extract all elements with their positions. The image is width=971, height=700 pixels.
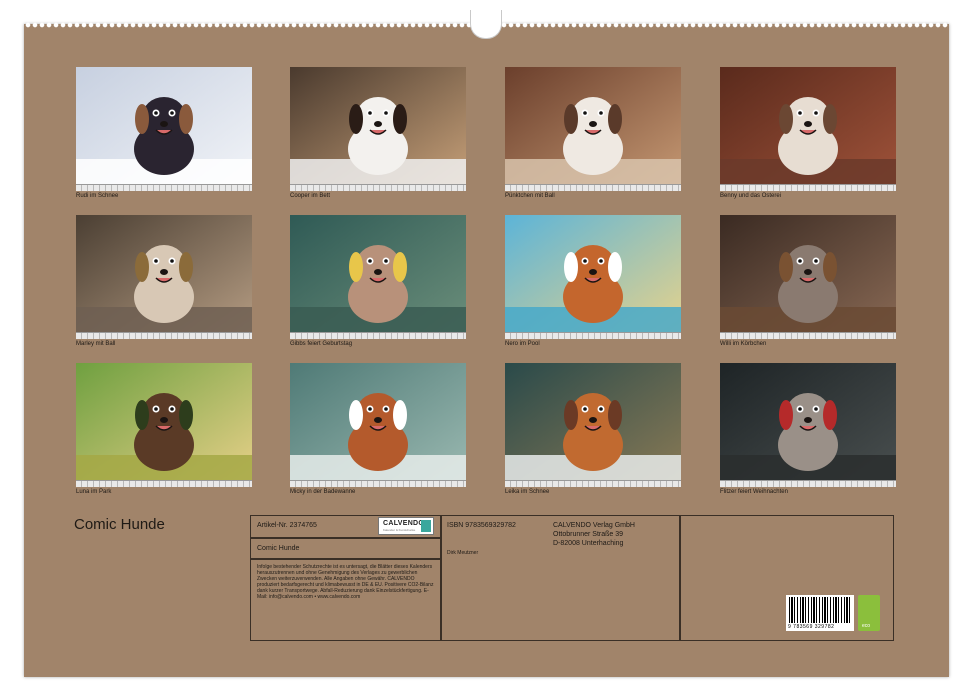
photo-caption: Cooper im Bett	[290, 193, 331, 199]
dog-illustration	[505, 363, 681, 487]
photo-caption: Gibbs feiert Geburtstag	[290, 341, 353, 347]
photo-caption: Benny und das Osterei	[720, 193, 782, 199]
info-title: Comic Hunde	[257, 545, 300, 552]
dog-illustration	[290, 363, 466, 487]
date-strip	[720, 184, 896, 191]
isbn-barcode: 9 783569 329782	[786, 595, 854, 631]
info-divider	[251, 558, 440, 560]
calendar-photo	[720, 363, 896, 487]
article-number: Artikel-Nr. 2374765	[257, 522, 317, 529]
photo-caption: Pünktchen mit Ball	[505, 193, 555, 199]
info-divider	[251, 537, 440, 539]
calendar-photo	[76, 363, 252, 487]
dog-illustration	[720, 215, 896, 339]
barcode-number: 9 783569 329782	[788, 624, 835, 630]
calendar-photo	[290, 215, 466, 339]
publisher-city: D-82008 Unterhaching	[553, 540, 624, 547]
calvendo-logo: CALVENDO Kalender & Kunstdrucke	[378, 517, 434, 535]
author: Dirk Meutzner	[447, 550, 479, 556]
barcode-bars	[789, 597, 851, 623]
calendar-photo	[505, 363, 681, 487]
dog-illustration	[76, 67, 252, 191]
eco-label: eco	[862, 623, 871, 629]
date-strip	[290, 332, 466, 339]
calendar-photo	[76, 215, 252, 339]
legal-notice: Infolge bestehender Schutzrechte ist es …	[257, 564, 434, 600]
dog-illustration	[505, 67, 681, 191]
date-strip	[76, 332, 252, 339]
calendar-photo	[290, 67, 466, 191]
photo-caption: Marley mit Ball	[76, 341, 116, 347]
dog-illustration	[290, 67, 466, 191]
date-strip	[76, 184, 252, 191]
publisher-name: CALVENDO Verlag GmbH	[553, 522, 635, 529]
dog-illustration	[76, 215, 252, 339]
calendar-photo	[505, 215, 681, 339]
calendar-back-page: Rudi im Schnee Cooper im Bett Pünktchen mi…	[24, 10, 949, 677]
publisher-street: Ottobrunner Straße 39	[553, 531, 624, 538]
date-strip	[290, 480, 466, 487]
date-strip	[720, 332, 896, 339]
info-divider	[440, 516, 442, 640]
photo-caption: Willi im Körbchen	[720, 341, 767, 347]
calendar-photo	[720, 67, 896, 191]
calendar-hanger	[470, 10, 502, 39]
logo-subtitle: Kalender & Kunstdrucke	[383, 528, 416, 532]
dog-illustration	[76, 363, 252, 487]
date-strip	[290, 184, 466, 191]
logo-name: CALVENDO	[383, 520, 425, 527]
photo-caption: Leika im Schnee	[505, 489, 550, 495]
logo-mark-icon	[421, 520, 431, 532]
photo-caption: Micky in der Badewanne	[290, 489, 356, 495]
calendar-photo	[505, 67, 681, 191]
dog-illustration	[720, 363, 896, 487]
date-strip	[505, 480, 681, 487]
date-strip	[505, 332, 681, 339]
date-strip	[76, 480, 252, 487]
photo-caption: Flitzer feiert Weihnachten	[720, 489, 788, 495]
calendar-photo	[290, 363, 466, 487]
isbn: ISBN 9783569329782	[447, 522, 516, 529]
photo-caption: Rudi im Schnee	[76, 193, 119, 199]
photo-caption: Nero im Pool	[505, 341, 540, 347]
calendar-photo	[76, 67, 252, 191]
calendar-photo	[720, 215, 896, 339]
calendar-title: Comic Hunde	[74, 516, 165, 533]
dog-illustration	[720, 67, 896, 191]
info-divider	[679, 516, 681, 640]
info-box: Artikel-Nr. 2374765 CALVENDO Kalender & …	[250, 515, 894, 641]
photo-caption: Luna im Park	[76, 489, 112, 495]
date-strip	[720, 480, 896, 487]
dog-illustration	[290, 215, 466, 339]
eco-badge-icon: eco	[858, 595, 880, 631]
date-strip	[505, 184, 681, 191]
dog-illustration	[505, 215, 681, 339]
